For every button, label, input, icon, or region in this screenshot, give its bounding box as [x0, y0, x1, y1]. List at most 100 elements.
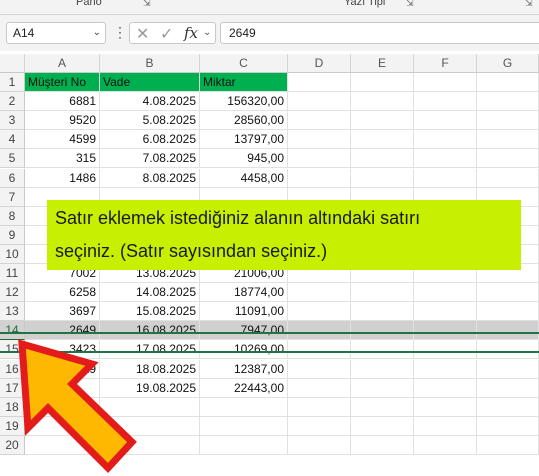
- cell-g1[interactable]: [477, 73, 539, 92]
- cell-f16[interactable]: [414, 359, 477, 379]
- cell-b6[interactable]: 8.08.2025: [100, 168, 200, 188]
- cell-b4[interactable]: 6.08.2025: [100, 130, 200, 150]
- cell-c12[interactable]: 18774,00: [200, 283, 288, 303]
- cell-b3[interactable]: 5.08.2025: [100, 111, 200, 131]
- cancel-icon[interactable]: ✕: [136, 24, 149, 44]
- row-header-5[interactable]: 5: [0, 149, 25, 169]
- row-header-11[interactable]: 11: [0, 264, 25, 283]
- fx-chevron-icon[interactable]: ⌄: [203, 27, 211, 38]
- cell-g5[interactable]: [477, 149, 539, 169]
- row-header-4[interactable]: 4: [0, 130, 25, 150]
- cell-b12[interactable]: 14.08.2025: [100, 283, 200, 303]
- cell-c3[interactable]: 28560,00: [200, 111, 288, 131]
- cell-d1[interactable]: [288, 73, 351, 92]
- cell-f14[interactable]: [414, 321, 477, 341]
- row-header-1[interactable]: 1: [0, 73, 25, 92]
- cell-a3[interactable]: 9520: [25, 111, 100, 131]
- cell-c13[interactable]: 11091,00: [200, 302, 288, 322]
- cell-e6[interactable]: [351, 168, 414, 188]
- cell-e13[interactable]: [351, 302, 414, 322]
- cell-a13[interactable]: 3697: [25, 302, 100, 322]
- cell-b5[interactable]: 7.08.2025: [100, 149, 200, 169]
- cell-g14[interactable]: [477, 321, 539, 341]
- cell-f15[interactable]: [414, 340, 477, 360]
- formula-input[interactable]: 2649: [220, 22, 539, 44]
- cell-g16[interactable]: [477, 359, 539, 379]
- cell-c6[interactable]: 4458,00: [200, 168, 288, 188]
- cell-b14[interactable]: 16.08.2025: [100, 321, 200, 341]
- cell-a18[interactable]: [25, 397, 100, 417]
- cell-f4[interactable]: [414, 130, 477, 150]
- font-launcher-icon[interactable]: ⇲: [406, 0, 414, 9]
- column-header-g[interactable]: G: [477, 54, 539, 73]
- cell-g18[interactable]: [477, 397, 539, 417]
- cell-a5[interactable]: 315: [25, 149, 100, 169]
- cell-c2[interactable]: 156320,00: [200, 92, 288, 112]
- column-header-c[interactable]: C: [200, 54, 288, 73]
- cell-f19[interactable]: [414, 416, 477, 436]
- cell-a2[interactable]: 6881: [25, 92, 100, 112]
- cell-d16[interactable]: [288, 359, 351, 379]
- cell-g20[interactable]: [477, 435, 539, 455]
- cell-d12[interactable]: [288, 283, 351, 303]
- row-header-3[interactable]: 3: [0, 111, 25, 131]
- column-header-a[interactable]: A: [25, 54, 100, 73]
- cell-e1[interactable]: [351, 73, 414, 92]
- cell-a14[interactable]: 2649: [25, 321, 100, 341]
- cell-f18[interactable]: [414, 397, 477, 417]
- cell-c15[interactable]: 10269,00: [200, 340, 288, 360]
- cell-g13[interactable]: [477, 302, 539, 322]
- cell-g4[interactable]: [477, 130, 539, 150]
- cell-f13[interactable]: [414, 302, 477, 322]
- row-header-15[interactable]: 15: [0, 340, 25, 360]
- cell-a6[interactable]: 1486: [25, 168, 100, 188]
- cell-d17[interactable]: [288, 378, 351, 398]
- row-header-13[interactable]: 13: [0, 302, 25, 322]
- cell-d6[interactable]: [288, 168, 351, 188]
- cell-e18[interactable]: [351, 397, 414, 417]
- row-header-18[interactable]: 18: [0, 397, 25, 417]
- cell-a4[interactable]: 4599: [25, 130, 100, 150]
- cell-b19[interactable]: [100, 416, 200, 436]
- cell-e3[interactable]: [351, 111, 414, 131]
- cell-d20[interactable]: [288, 435, 351, 455]
- cell-e19[interactable]: [351, 416, 414, 436]
- cell-c19[interactable]: [200, 416, 288, 436]
- row-header-9[interactable]: 9: [0, 225, 25, 245]
- more-options-icon[interactable]: ⋮: [113, 24, 127, 41]
- cell-c18[interactable]: [200, 397, 288, 417]
- alignment-launcher-icon[interactable]: ⇲: [525, 0, 533, 9]
- cell-g2[interactable]: [477, 92, 539, 112]
- column-header-d[interactable]: D: [288, 54, 351, 73]
- cell-d18[interactable]: [288, 397, 351, 417]
- cell-b20[interactable]: [100, 435, 200, 455]
- cell-g6[interactable]: [477, 168, 539, 188]
- cell-e17[interactable]: [351, 378, 414, 398]
- cell-c16[interactable]: 12387,00: [200, 359, 288, 379]
- cell-a16[interactable]: 4129: [25, 359, 100, 379]
- cell-a20[interactable]: [25, 435, 100, 455]
- column-header-b[interactable]: B: [100, 54, 200, 73]
- column-header-e[interactable]: E: [351, 54, 414, 73]
- row-header-6[interactable]: 6: [0, 168, 25, 188]
- cell-b1[interactable]: Vade: [100, 73, 200, 92]
- row-header-19[interactable]: 19: [0, 416, 25, 436]
- clipboard-launcher-icon[interactable]: ⇲: [143, 0, 151, 9]
- column-header-f[interactable]: F: [414, 54, 477, 73]
- cell-f5[interactable]: [414, 149, 477, 169]
- cell-e15[interactable]: [351, 340, 414, 360]
- cell-a15[interactable]: 3423: [25, 340, 100, 360]
- row-header-7[interactable]: 7: [0, 187, 25, 207]
- cell-b13[interactable]: 15.08.2025: [100, 302, 200, 322]
- cell-f6[interactable]: [414, 168, 477, 188]
- cell-g17[interactable]: [477, 378, 539, 398]
- row-header-2[interactable]: 2: [0, 92, 25, 112]
- cell-g19[interactable]: [477, 416, 539, 436]
- cell-e16[interactable]: [351, 359, 414, 379]
- row-header-14[interactable]: 14: [0, 321, 25, 341]
- cell-a1[interactable]: Müşteri No: [25, 73, 100, 92]
- cell-g3[interactable]: [477, 111, 539, 131]
- cell-e12[interactable]: [351, 283, 414, 303]
- cell-d13[interactable]: [288, 302, 351, 322]
- cell-e14[interactable]: [351, 321, 414, 341]
